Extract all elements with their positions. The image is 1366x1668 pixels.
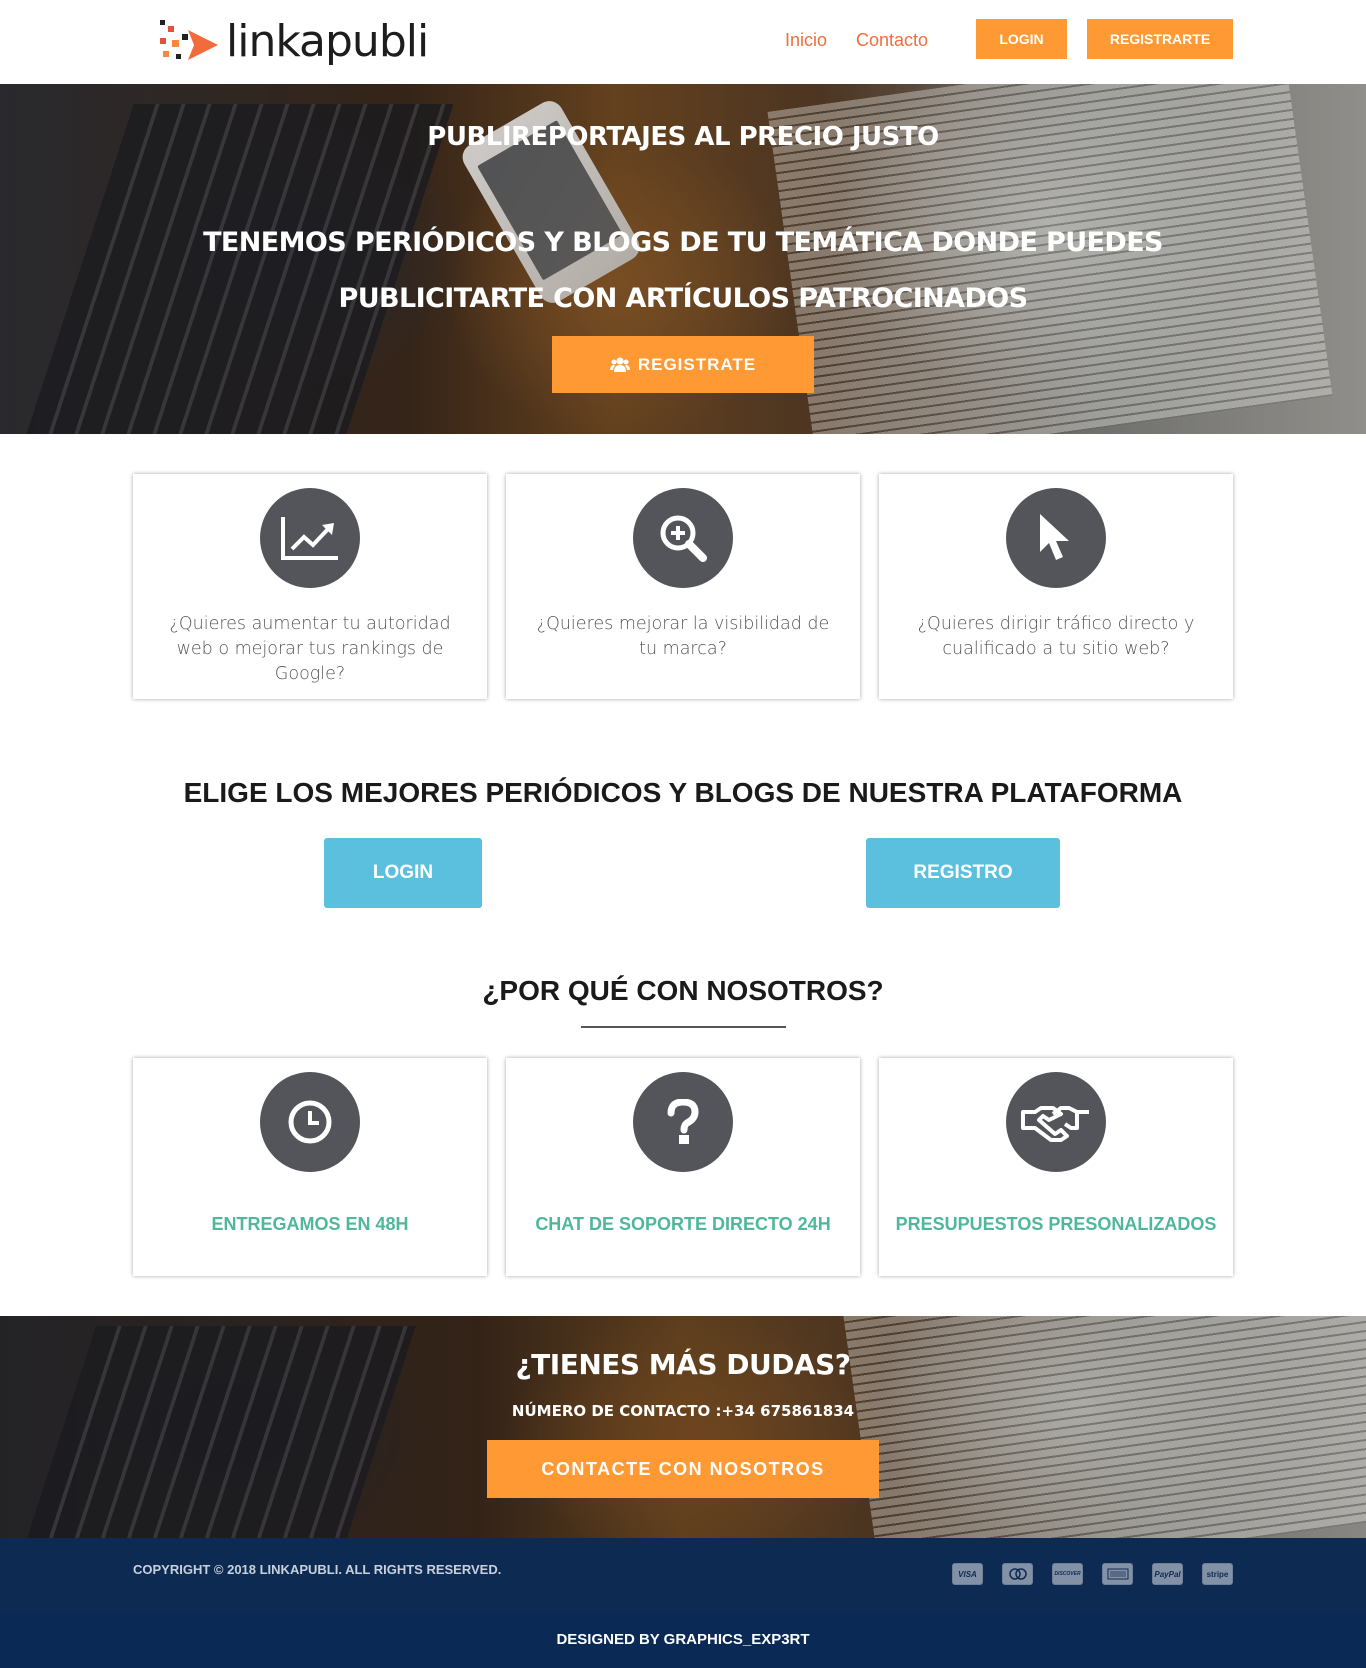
title-divider xyxy=(581,1026,786,1028)
hero-title: PUBLIREPORTAJES AL PRECIO JUSTO xyxy=(427,122,939,152)
hero-register-label: REGISTRATE xyxy=(637,354,757,374)
site-footer: COPYRIGHT © 2018 LINKAPUBLI. ALL RIGHTS … xyxy=(0,1538,1366,1612)
zoom-in-icon xyxy=(660,515,707,562)
icon-circle xyxy=(260,1072,360,1172)
logo[interactable]: linkapubli xyxy=(158,12,429,72)
contact-button[interactable]: CONTACTE CON NOSOTROS xyxy=(487,1440,879,1498)
why-label: CHAT DE SOPORTE DIRECTO 24H xyxy=(535,1214,831,1234)
icon-circle xyxy=(1006,488,1106,588)
cta-title: ¿TIENES MÁS DUDAS? xyxy=(515,1348,851,1381)
hero-subtitle-line2: PUBLICITARTE CON ARTÍCULOS PATROCINADOS xyxy=(338,283,1029,314)
contact-banner: ¿TIENES MÁS DUDAS? NÚMERO DE CONTACTO :+… xyxy=(0,1316,1366,1538)
logo-arrow-icon xyxy=(160,20,218,60)
icon-circle xyxy=(633,488,733,588)
discover-icon: DISCOVER xyxy=(1052,1563,1083,1585)
amex-icon xyxy=(1102,1563,1133,1585)
mastercard-icon xyxy=(1002,1563,1033,1585)
why-card-delivery: ENTREGAMOS EN 48H xyxy=(133,1058,487,1276)
handshake-icon xyxy=(1021,1106,1089,1142)
hero-subtitle-line1: TENEMOS PERIÓDICOS Y BLOGS DE TU TEMÁTIC… xyxy=(203,227,1163,258)
feature-card-visibility: ¿Quieres mejorar la visibilidad de tu ma… xyxy=(506,474,860,699)
why-card-budget: PRESUPUESTOS PRESONALIZADOS xyxy=(879,1058,1233,1276)
hero-banner: PUBLIREPORTAJES AL PRECIO JUSTO TENEMOS … xyxy=(0,84,1366,434)
designer-credit: DESIGNED BY GRAPHICS_EXP3RT xyxy=(0,1612,1366,1668)
users-icon xyxy=(609,357,630,372)
feature-text: ¿Quieres aumentar tu autoridad web o mej… xyxy=(169,614,451,684)
feature-card-traffic: ¿Quieres dirigir tráfico directo y cuali… xyxy=(879,474,1233,699)
header-login-button[interactable]: LOGIN xyxy=(976,19,1067,59)
cursor-icon xyxy=(1040,514,1069,560)
feature-text: ¿Quieres dirigir tráfico directo y cuali… xyxy=(917,614,1195,659)
icon-circle xyxy=(633,1072,733,1172)
nav-contacto[interactable]: Contacto xyxy=(856,30,928,51)
icon-circle xyxy=(1006,1072,1106,1172)
why-label: ENTREGAMOS EN 48H xyxy=(211,1214,409,1234)
logo-text: linkapubli xyxy=(226,16,429,67)
payment-methods: VISA DISCOVER PayPal stripe xyxy=(952,1563,1233,1585)
why-card-support: CHAT DE SOPORTE DIRECTO 24H xyxy=(506,1058,860,1276)
platform-register-button[interactable]: REGISTRO xyxy=(866,838,1060,908)
header-register-button[interactable]: REGISTRARTE xyxy=(1087,19,1233,59)
platform-login-button[interactable]: LOGIN xyxy=(324,838,482,908)
why-title: ¿POR QUÉ CON NOSOTROS? xyxy=(482,975,884,1006)
copyright-text: COPYRIGHT © 2018 LINKAPUBLI. ALL RIGHTS … xyxy=(133,1562,502,1577)
hero-register-button[interactable]: REGISTRATE xyxy=(552,336,814,393)
icon-circle xyxy=(260,488,360,588)
clock-icon xyxy=(288,1100,332,1144)
trend-chart-icon xyxy=(281,517,338,560)
feature-text: ¿Quieres mejorar la visibilidad de tu ma… xyxy=(536,614,830,659)
feature-card-authority: ¿Quieres aumentar tu autoridad web o mej… xyxy=(133,474,487,699)
stripe-icon: stripe xyxy=(1202,1563,1233,1585)
contact-phone: NÚMERO DE CONTACTO :+34 675861834 xyxy=(511,1402,855,1420)
visa-icon: VISA xyxy=(952,1563,983,1585)
paypal-icon: PayPal xyxy=(1152,1563,1183,1585)
question-icon xyxy=(667,1099,699,1144)
why-label: PRESUPUESTOS PRESONALIZADOS xyxy=(895,1214,1217,1234)
site-header: linkapubli Inicio Contacto LOGIN REGISTR… xyxy=(0,0,1366,84)
nav-inicio[interactable]: Inicio xyxy=(785,30,827,51)
platform-title: ELIGE LOS MEJORES PERIÓDICOS Y BLOGS DE … xyxy=(183,777,1183,808)
